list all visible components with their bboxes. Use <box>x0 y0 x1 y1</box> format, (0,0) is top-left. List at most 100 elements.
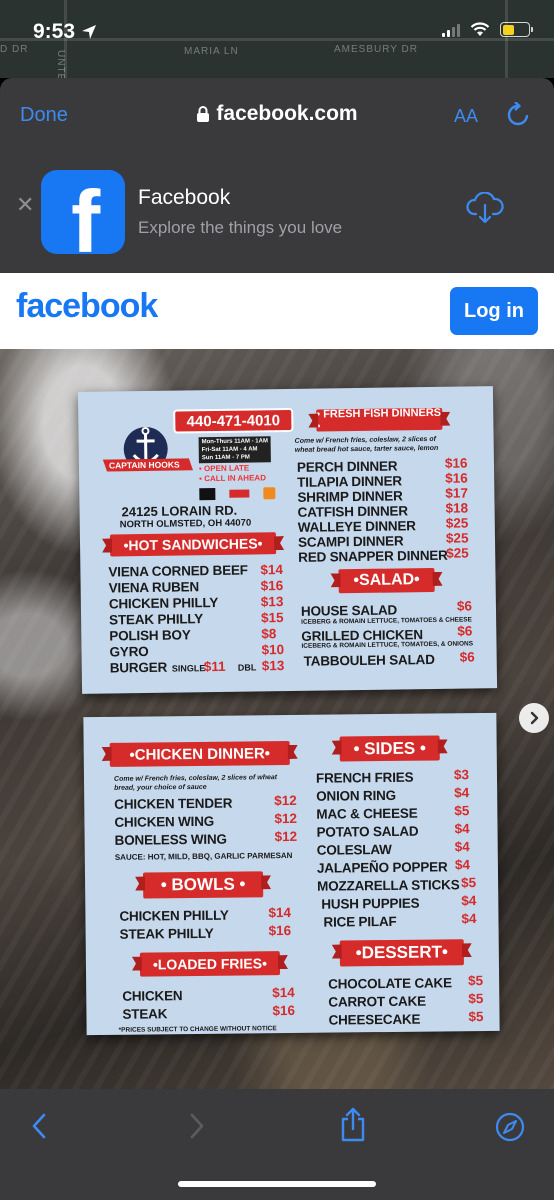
download-cloud-icon[interactable] <box>466 192 504 224</box>
menu-item: CHICKEN PHILLY <box>108 594 219 612</box>
logo-text: CAPTAIN HOOKS <box>108 459 180 471</box>
menu-price: $14 <box>268 905 292 921</box>
menu-item: STEAK PHILLY <box>119 925 214 942</box>
next-photo-button[interactable] <box>519 703 549 733</box>
menu-price: $25 <box>445 515 469 531</box>
menu-item: CHOCOLATE CAKE <box>328 975 452 992</box>
menu-item: WALLEYE DINNER <box>297 518 416 535</box>
ubereats-icon <box>199 488 216 501</box>
menu-item: STEAK <box>122 1006 168 1022</box>
menu-item-note: ICEBERG & ROMAIN LETTUCE, TOMATOES, & ON… <box>301 640 474 650</box>
reader-settings-button[interactable]: AA <box>454 106 478 127</box>
menu-card-front: 440-471-4010 CAPTAIN HOOKS Mon-Thurs 11A… <box>77 386 498 694</box>
clock-text: 9:53 <box>33 20 76 43</box>
hours: Mon-Thurs 11AM - 1AM Fri-Sat 11AM - 4 AM… <box>198 436 272 464</box>
login-button[interactable]: Log in <box>450 287 538 335</box>
compass-icon[interactable] <box>494 1111 526 1143</box>
lock-icon <box>197 106 210 123</box>
menu-item: BURGER <box>109 659 168 676</box>
menu-item-option: DBL <box>237 662 257 673</box>
menu-price: $15 <box>260 610 284 626</box>
status-indicators <box>442 22 533 37</box>
battery-icon <box>500 22 533 37</box>
fresh-fish-heading: • FRESH FISH DINNERS • <box>316 406 443 433</box>
menu-price: $4 <box>454 785 470 801</box>
app-banner[interactable]: ✕ f Facebook Explore the things you love <box>0 170 554 260</box>
menu-item-option: SINGLE <box>171 663 206 674</box>
menu-price: $12 <box>274 810 298 827</box>
menu-item: RED SNAPPER DINNER <box>298 547 448 565</box>
menu-item: FRENCH FRIES <box>315 769 414 786</box>
menu-item: TABBOULEH SALAD <box>303 651 435 669</box>
menu-price: $12 <box>274 828 298 845</box>
menu-price: $25 <box>446 545 469 561</box>
menu-item: JALAPEÑO POPPER <box>316 859 448 876</box>
menu-item: GYRO <box>109 643 149 660</box>
menu-price: $8 <box>261 626 277 642</box>
menu-item: MAC & CHEESE <box>316 805 418 822</box>
map-road <box>505 0 508 78</box>
menu-item: BONELESS WING <box>114 831 227 848</box>
price-disclaimer: *PRICES SUBJECT TO CHANGE WITHOUT NOTICE <box>118 1025 277 1034</box>
menu-price: $5 <box>468 990 484 1007</box>
safari-view-header: Done facebook.com AA ✕ f Facebook Explor… <box>0 78 554 273</box>
menu-item: SCAMPI DINNER <box>297 533 404 550</box>
menu-price: $25 <box>445 530 469 546</box>
menu-price: $6 <box>457 623 473 639</box>
menu-price: $16 <box>268 923 292 939</box>
menu-item: CHICKEN TENDER <box>114 795 233 812</box>
aa-label: AA <box>454 106 479 126</box>
menu-price: $16 <box>260 578 284 594</box>
post-photo[interactable]: 440-471-4010 CAPTAIN HOOKS Mon-Thurs 11A… <box>0 349 554 1089</box>
menu-item: MOZZARELLA STICKS <box>317 877 460 894</box>
menu-price: $5 <box>461 875 477 891</box>
menu-price: $17 <box>445 485 468 501</box>
menu-price: $16 <box>445 470 468 486</box>
hours-line: Sun 11AM - 7 PM <box>201 454 250 462</box>
delivery-logos <box>199 487 276 501</box>
menu-price: $14 <box>272 984 295 1001</box>
back-icon[interactable] <box>28 1111 50 1141</box>
map-street-label: UNTE <box>55 50 66 78</box>
menu-price: $5 <box>468 1008 484 1025</box>
menu-price: $16 <box>272 1002 296 1019</box>
facebook-logo[interactable]: facebook <box>16 287 158 326</box>
menu-item: VIENA CORNED BEEF <box>108 562 248 580</box>
chevron-right-icon <box>530 711 539 725</box>
menu-item: COLESLAW <box>316 841 392 858</box>
city: NORTH OLMSTED, OH 44070 <box>119 517 252 531</box>
close-icon[interactable]: ✕ <box>16 192 34 218</box>
wifi-icon <box>470 22 490 36</box>
home-indicator[interactable] <box>178 1181 376 1187</box>
menu-item: CHEESECAKE <box>328 1011 421 1028</box>
grubhub-icon <box>263 487 276 500</box>
facebook-header: facebook Log in <box>0 273 554 349</box>
menu-card-back: •CHICKEN DINNER• Come w/ French fries, c… <box>83 712 500 1036</box>
banner-subtitle: Explore the things you love <box>138 218 343 237</box>
menu-item-note: ICEBERG & ROMAIN LETTUCE, TOMATOES & CHE… <box>301 616 473 626</box>
menu-price: $12 <box>274 792 297 809</box>
menu-item: VIENA RUBEN <box>108 579 200 596</box>
menu-price: $4 <box>461 911 477 927</box>
status-time: 9:53 <box>33 20 97 44</box>
menu-price: $14 <box>260 562 284 578</box>
menu-price: $5 <box>468 972 484 989</box>
reload-icon[interactable] <box>506 102 530 128</box>
fresh-fish-note: Come w/ French fries, coleslaw, 2 slices… <box>294 435 439 454</box>
menu-price: $11 <box>203 658 226 675</box>
address: 24125 LORAIN RD. <box>121 502 238 520</box>
loaded-fries-heading: •LOADED FRIES• <box>139 951 281 977</box>
url-text: facebook.com <box>216 102 358 125</box>
map-street-label: D DR <box>0 44 29 55</box>
forward-icon[interactable] <box>186 1111 208 1141</box>
menu-item: STEAK PHILLY <box>108 611 204 628</box>
menu-price: $13 <box>260 594 284 610</box>
menu-price: $4 <box>454 839 470 855</box>
menu-item: POTATO SALAD <box>316 823 419 840</box>
menu-item: HUSH PUPPIES <box>321 895 420 912</box>
menu-item: TILAPIA DINNER <box>297 473 402 490</box>
share-icon[interactable] <box>339 1107 367 1143</box>
sauce-options: SAUCE: HOT, MILD, BBQ, GARLIC PARMESAN <box>114 850 293 862</box>
map-street-label: MARIA LN <box>184 46 239 57</box>
location-arrow-icon <box>82 25 97 39</box>
